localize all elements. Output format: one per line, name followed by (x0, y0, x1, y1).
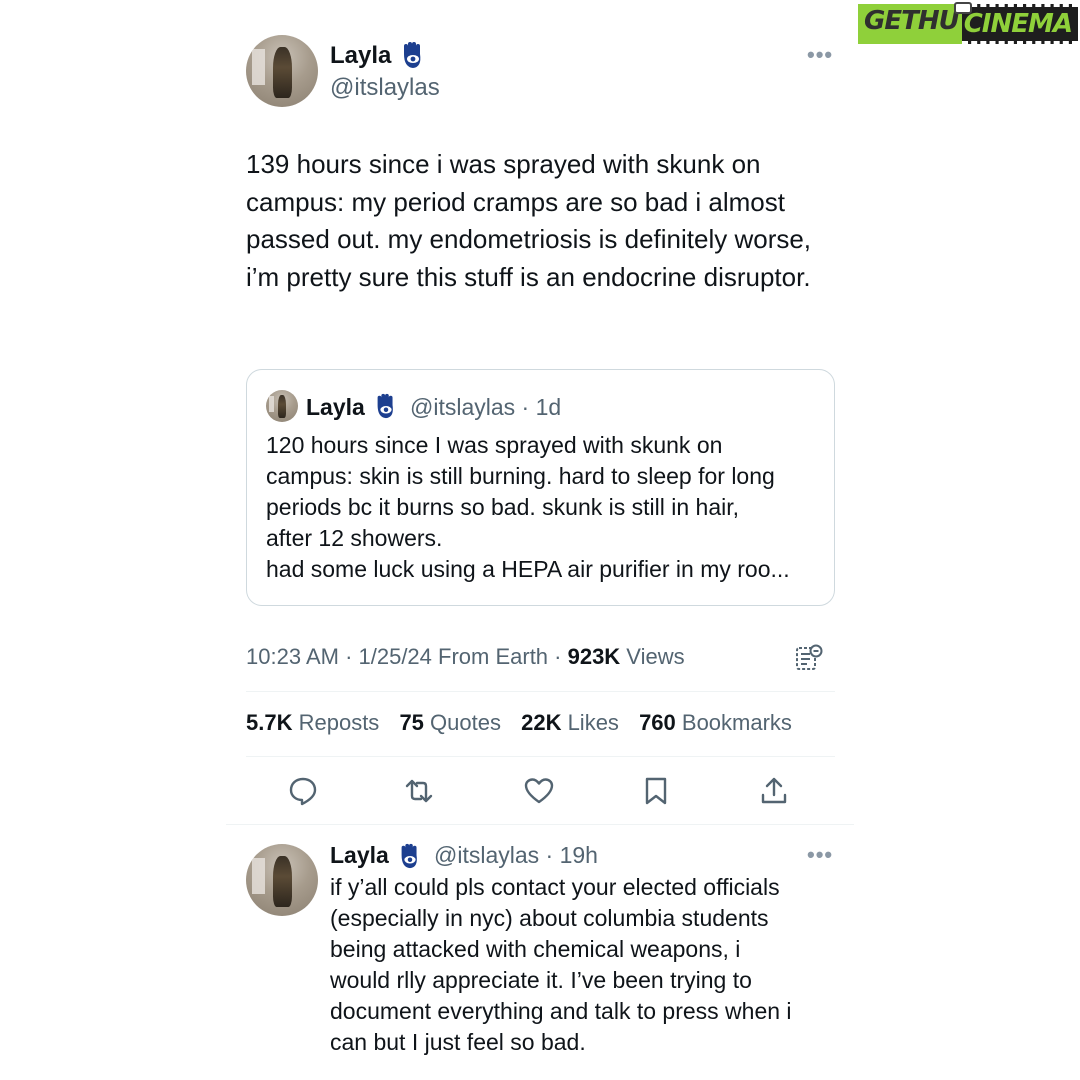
quoted-handle-time: @itslaylas · 1d (410, 394, 562, 420)
bookmark-icon[interactable] (640, 775, 672, 807)
views-label: Views (620, 644, 685, 669)
quoted-line: 120 hours since I was sprayed with skunk… (266, 432, 723, 458)
tweet-meta: 10:23 AM · 1/25/24 From Earth · 923K Vie… (246, 644, 685, 670)
more-options-icon[interactable]: ••• (807, 42, 833, 68)
quotes-stat[interactable]: 75 Quotes (399, 710, 501, 735)
share-icon[interactable] (758, 775, 790, 807)
hamsa-badge-icon (401, 843, 417, 869)
analytics-icon[interactable] (794, 643, 824, 673)
author-name[interactable]: Layla (330, 42, 391, 70)
repost-icon[interactable] (403, 775, 435, 807)
reposts-stat[interactable]: 5.7K Reposts (246, 710, 379, 735)
camera-icon (954, 2, 972, 14)
reply-handle-time[interactable]: @itslaylas · 19h (434, 842, 598, 869)
more-options-icon[interactable]: ••• (807, 842, 833, 868)
quoted-line: campus: skin is still burning. hard to s… (266, 463, 775, 489)
divider (226, 824, 854, 825)
hamsa-badge-icon (377, 393, 393, 419)
watermark-logo: GETHU CINEMA (858, 2, 1078, 44)
reply-line: would rlly appreciate it. I’ve been tryi… (330, 967, 752, 993)
views-count: 923K (567, 644, 621, 669)
reply-avatar[interactable] (246, 844, 318, 916)
quoted-line: after 12 showers. (266, 525, 443, 551)
reply-line: if y’all could pls contact your elected … (330, 874, 780, 900)
quoted-line: periods bc it burns so bad. skunk is sti… (266, 494, 740, 520)
reply-line: can but I just feel so bad. (330, 1029, 586, 1055)
quoted-author-name: Layla (306, 394, 365, 420)
reply-icon[interactable] (287, 775, 319, 807)
time-date-source: 10:23 AM · 1/25/24 From Earth · (246, 644, 568, 669)
like-icon[interactable] (523, 775, 555, 807)
quoted-avatar (266, 390, 298, 422)
reply-author-name[interactable]: Layla (330, 842, 389, 869)
reply-line: (especially in nyc) about columbia stude… (330, 905, 769, 931)
avatar[interactable] (246, 35, 318, 107)
reply-line: document everything and talk to press wh… (330, 998, 792, 1024)
reply-tweet-text: if y’all could pls contact your elected … (330, 872, 850, 1058)
tweet-text: 139 hours since i was sprayed with skunk… (246, 149, 812, 292)
quoted-line: had some luck using a HEPA air purifier … (266, 556, 790, 582)
divider (246, 756, 835, 757)
hamsa-badge-icon (404, 42, 421, 68)
reply-line: being attacked with chemical weapons, i (330, 936, 741, 962)
watermark-part2: CINEMA (961, 4, 1078, 44)
quoted-tweet-text: 120 hours since I was sprayed with skunk… (266, 430, 821, 585)
watermark-part1: GETHU (858, 4, 962, 44)
author-handle[interactable]: @itslaylas (330, 74, 440, 102)
divider (246, 691, 835, 692)
bookmarks-stat[interactable]: 760 Bookmarks (639, 710, 792, 735)
engagement-stats: 5.7K Reposts 75 Quotes 22K Likes 760 Boo… (246, 710, 806, 736)
likes-stat[interactable]: 22K Likes (521, 710, 619, 735)
